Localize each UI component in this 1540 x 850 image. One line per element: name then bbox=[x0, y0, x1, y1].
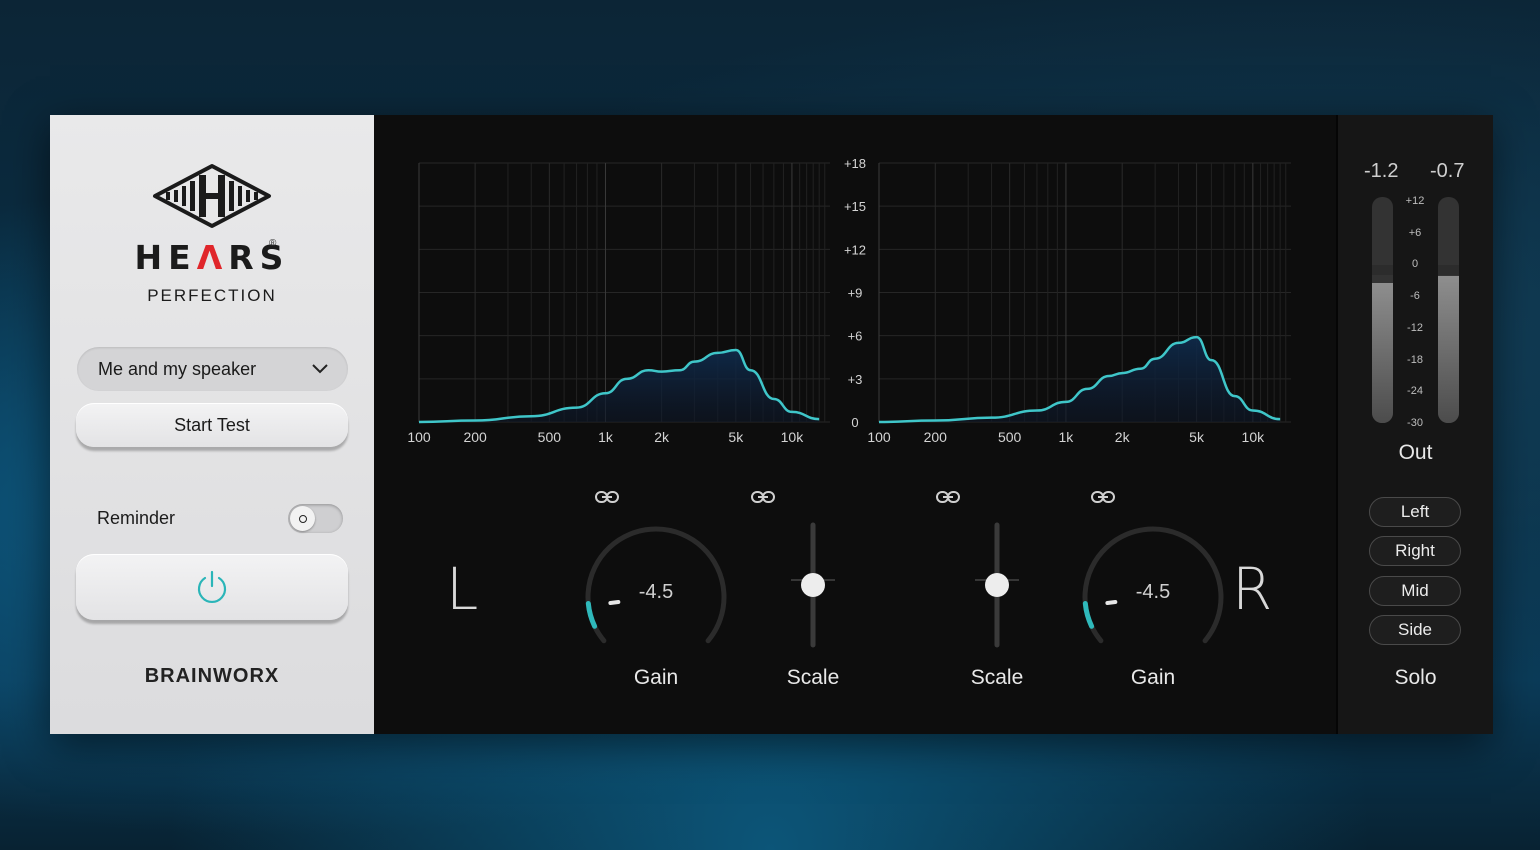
right-scale-label: Scale bbox=[970, 666, 1024, 689]
registered-mark: ® bbox=[269, 238, 277, 249]
meter-zero-mark bbox=[1438, 265, 1459, 275]
freq-tick-label: 500 bbox=[998, 429, 1022, 445]
left-peak-value: -1.2 bbox=[1364, 160, 1399, 182]
freq-tick-label: 1k bbox=[598, 429, 614, 445]
center-panel: 100 200 500 1k 2k 5k 10k 100 200 500 1k 2k 5k 10k +18 +… bbox=[374, 115, 1336, 734]
freq-tick-label: 1k bbox=[1059, 429, 1075, 445]
brainworx-logo: BRAINWORX bbox=[144, 665, 280, 687]
right-gain-label: Gain bbox=[1130, 666, 1176, 689]
meter-scale-label: 0 bbox=[1411, 258, 1419, 271]
left-panel: HEΛRS ® PERFECTION Me and my speaker Sta… bbox=[50, 115, 374, 734]
right-peak-value: -0.7 bbox=[1430, 160, 1465, 182]
meter-scale-label: +6 bbox=[1408, 226, 1422, 239]
brainworx-plugin-window: HEΛRS ® PERFECTION Me and my speaker Sta… bbox=[50, 115, 1493, 734]
db-tick-label: +9 bbox=[848, 286, 863, 301]
freq-tick-label: 2k bbox=[654, 429, 670, 445]
db-tick-label: 0 bbox=[851, 415, 858, 430]
link-icon[interactable] bbox=[1090, 488, 1116, 506]
solo-mid-button[interactable]: Mid bbox=[1369, 576, 1461, 606]
output-label: Out bbox=[1398, 441, 1433, 464]
db-tick-label: +18 bbox=[844, 156, 866, 171]
meter-fill bbox=[1438, 276, 1459, 423]
brand-name: HEΛRS bbox=[134, 238, 290, 277]
freq-tick-label: 5k bbox=[1189, 429, 1205, 445]
left-scale-slider-thumb bbox=[801, 573, 825, 597]
left-gain-knob-active-arc bbox=[585, 601, 598, 629]
left-gain-label: Gain bbox=[633, 666, 679, 689]
freq-tick-label: 100 bbox=[407, 429, 431, 445]
freq-tick-label: 5k bbox=[728, 429, 744, 445]
freq-tick-label: 2k bbox=[1115, 429, 1131, 445]
freq-tick-label: 500 bbox=[538, 429, 562, 445]
freq-tick-label: 200 bbox=[463, 429, 487, 445]
freq-tick-label: 10k bbox=[781, 429, 805, 445]
meter-scale-label: -18 bbox=[1407, 353, 1423, 366]
meter-scale-label: +12 bbox=[1405, 195, 1425, 207]
left-output-meter bbox=[1372, 197, 1393, 423]
meter-scale-label: -30 bbox=[1407, 416, 1423, 429]
db-tick-label: +12 bbox=[844, 242, 866, 257]
meter-fill bbox=[1372, 282, 1393, 423]
brand-subtitle: PERFECTION bbox=[147, 286, 277, 305]
toggle-knob bbox=[290, 506, 315, 531]
meter-scale-label: -6 bbox=[1410, 290, 1420, 303]
power-button[interactable] bbox=[76, 554, 348, 620]
db-tick-label: +3 bbox=[848, 372, 863, 387]
left-scale-label: Scale bbox=[786, 666, 840, 689]
link-icon[interactable] bbox=[935, 488, 961, 506]
right-output-meter bbox=[1438, 197, 1459, 423]
solo-left-button[interactable]: Left bbox=[1369, 497, 1461, 527]
meter-scale-label: -12 bbox=[1407, 321, 1423, 334]
solo-side-button[interactable]: Side bbox=[1369, 615, 1461, 645]
hears-waveform-logo-icon bbox=[153, 164, 271, 228]
eq-display: 100 200 500 1k 2k 5k 10k 100 200 500 1k 2k 5k 10k +18 +… bbox=[407, 156, 1291, 445]
db-tick-label: +15 bbox=[844, 199, 866, 214]
chevron-down-icon bbox=[312, 364, 328, 374]
power-icon bbox=[197, 570, 227, 603]
freq-tick-label: 10k bbox=[1242, 429, 1266, 445]
output-panel: -1.2 -0.7 +12 +6 0 -6 -12 -18 -24 -30 Out Left … bbox=[1336, 115, 1493, 734]
right-gain-value: -4.5 bbox=[1135, 581, 1171, 603]
solo-right-button[interactable]: Right bbox=[1369, 536, 1461, 566]
db-tick-label: +6 bbox=[848, 329, 863, 344]
link-icon[interactable] bbox=[750, 488, 776, 506]
profile-dropdown-value: Me and my speaker bbox=[98, 358, 257, 379]
freq-tick-label: 100 bbox=[867, 429, 891, 445]
eq-curve-fill bbox=[419, 350, 820, 422]
right-gain-knob-active-arc bbox=[1082, 601, 1095, 629]
link-icon[interactable] bbox=[594, 488, 620, 506]
start-test-button[interactable]: Start Test bbox=[76, 403, 348, 447]
eq-curve-fill bbox=[879, 337, 1281, 422]
reminder-label: Reminder bbox=[97, 508, 176, 528]
left-gain-value: -4.5 bbox=[638, 581, 674, 603]
right-scale-slider-thumb bbox=[985, 573, 1009, 597]
reminder-toggle[interactable] bbox=[288, 504, 343, 533]
profile-dropdown[interactable]: Me and my speaker bbox=[77, 347, 348, 391]
solo-label: Solo bbox=[1394, 666, 1437, 689]
meter-scale-label: -24 bbox=[1407, 385, 1423, 398]
freq-tick-label: 200 bbox=[924, 429, 948, 445]
meter-zero-mark bbox=[1372, 265, 1393, 275]
